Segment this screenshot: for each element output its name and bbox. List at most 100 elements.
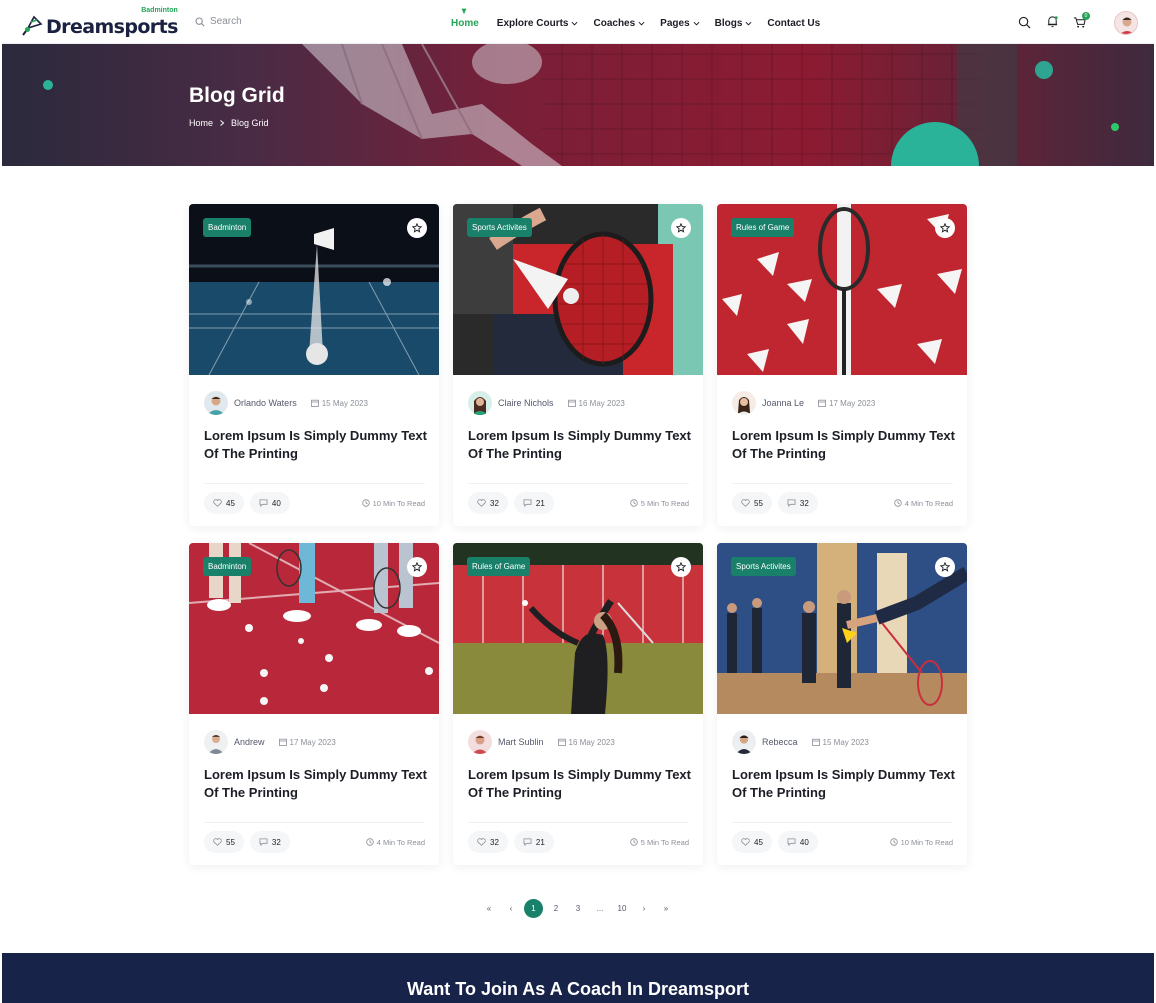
comment-icon <box>787 499 796 507</box>
favorite-button[interactable] <box>935 218 955 238</box>
user-avatar[interactable] <box>1114 11 1138 35</box>
star-icon <box>676 562 686 572</box>
blog-card[interactable]: Rules of Game Joanna Le 17 May 2023 Lore… <box>717 204 967 526</box>
category-badge[interactable]: Rules of Game <box>467 557 531 576</box>
post-title[interactable]: Lorem Ipsum Is Simply Dummy Text Of The … <box>732 766 957 802</box>
chevron-down-icon <box>745 21 752 26</box>
blog-card-image[interactable]: Sports Activites <box>717 543 967 714</box>
calendar-icon <box>310 399 319 407</box>
post-title[interactable]: Lorem Ipsum Is Simply Dummy Text Of The … <box>468 427 693 463</box>
favorite-button[interactable] <box>671 218 691 238</box>
comment-button[interactable]: 21 <box>513 831 554 853</box>
blog-card[interactable]: Rules of Game Mart Sublin 16 May 2023 Lo… <box>453 543 703 865</box>
top-navbar: Dreamsports Badminton Search Home Explor… <box>2 2 1154 44</box>
like-button[interactable]: 45 <box>732 831 772 853</box>
page-2-button[interactable]: 2 <box>545 897 567 919</box>
post-date: 16 May 2023 <box>567 399 625 408</box>
author-name[interactable]: Mart Sublin <box>498 737 544 747</box>
category-badge[interactable]: Sports Activites <box>731 557 796 576</box>
author-name[interactable]: Rebecca <box>762 737 798 747</box>
page-1-button[interactable]: 1 <box>524 898 543 918</box>
blog-card[interactable]: Badminton Andrew 17 May 2023 Lorem Ipsum… <box>189 543 439 865</box>
category-badge[interactable]: Sports Activites <box>467 218 532 237</box>
blog-card[interactable]: Sports Activites Claire Nichols 16 May 2… <box>453 204 703 526</box>
author-name[interactable]: Joanna Le <box>762 398 804 408</box>
read-time: 4 Min To Read <box>366 838 425 847</box>
comment-button[interactable]: 40 <box>777 831 818 853</box>
page-3-button[interactable]: 3 <box>567 897 589 919</box>
notification-bell-icon[interactable] <box>1046 15 1059 28</box>
blog-card[interactable]: Badminton Orlando Waters 15 May 2023 Lor… <box>189 204 439 526</box>
post-title[interactable]: Lorem Ipsum Is Simply Dummy Text Of The … <box>204 766 429 802</box>
page-title: Blog Grid <box>189 84 285 107</box>
star-icon <box>940 223 950 233</box>
search-input[interactable]: Search <box>210 16 242 27</box>
nav-blogs[interactable]: Blogs <box>715 18 753 29</box>
last-page-button[interactable]: » <box>655 897 677 919</box>
like-button[interactable]: 32 <box>468 492 508 514</box>
author-avatar[interactable] <box>468 730 492 754</box>
breadcrumb-home-link[interactable]: Home <box>189 118 213 128</box>
clock-icon <box>366 838 374 846</box>
post-title[interactable]: Lorem Ipsum Is Simply Dummy Text Of The … <box>204 427 429 463</box>
blog-card[interactable]: Sports Activites Rebecca 15 May 2023 Lor… <box>717 543 967 865</box>
pagination: « ‹ 1 2 3 ... 10 › » <box>478 897 677 919</box>
post-title[interactable]: Lorem Ipsum Is Simply Dummy Text Of The … <box>468 766 693 802</box>
nav-coaches[interactable]: Coaches <box>593 18 645 29</box>
comment-button[interactable]: 21 <box>513 492 554 514</box>
prev-page-button[interactable]: ‹ <box>500 897 522 919</box>
brand-logo[interactable]: Dreamsports Badminton <box>20 7 178 38</box>
comment-button[interactable]: 40 <box>249 492 290 514</box>
comment-count: 21 <box>535 498 545 508</box>
author-avatar[interactable] <box>204 391 228 415</box>
favorite-button[interactable] <box>407 218 427 238</box>
comment-button[interactable]: 32 <box>249 831 290 853</box>
blog-card-image[interactable]: Sports Activites <box>453 204 703 375</box>
header-search-icon[interactable] <box>1018 16 1031 29</box>
author-avatar[interactable] <box>732 730 756 754</box>
page-hero-banner: Blog Grid Home Blog Grid <box>2 44 1154 166</box>
author-name[interactable]: Orlando Waters <box>234 398 297 408</box>
author-name[interactable]: Andrew <box>234 737 265 747</box>
brand-name: Dreamsports <box>46 16 178 38</box>
nav-pages[interactable]: Pages <box>660 18 700 29</box>
like-button[interactable]: 45 <box>204 492 244 514</box>
like-button[interactable]: 55 <box>204 831 244 853</box>
like-count: 32 <box>490 837 499 847</box>
author-avatar[interactable] <box>204 730 228 754</box>
nav-contact-us[interactable]: Contact Us <box>767 18 820 29</box>
favorite-button[interactable] <box>671 557 691 577</box>
blog-card-image[interactable]: Badminton <box>189 543 439 714</box>
coach-cta-section: Want To Join As A Coach In Dreamsport <box>2 953 1154 1003</box>
category-badge[interactable]: Badminton <box>203 557 252 576</box>
clock-icon <box>630 499 638 507</box>
nav-explore-courts[interactable]: Explore Courts <box>497 18 579 29</box>
search-box[interactable]: Search <box>195 16 242 27</box>
author-avatar[interactable] <box>468 391 492 415</box>
favorite-button[interactable] <box>407 557 427 577</box>
author-name[interactable]: Claire Nichols <box>498 398 554 408</box>
comment-icon <box>523 499 532 507</box>
star-icon <box>412 223 422 233</box>
like-count: 32 <box>490 498 499 508</box>
hero-background-image <box>43 44 1119 166</box>
blog-card-image[interactable]: Badminton <box>189 204 439 375</box>
category-badge[interactable]: Badminton <box>203 218 252 237</box>
favorite-button[interactable] <box>935 557 955 577</box>
nav-home[interactable]: Home <box>451 8 479 29</box>
comment-button[interactable]: 32 <box>777 492 818 514</box>
post-meta: Rebecca 15 May 2023 <box>732 729 869 755</box>
blog-card-image[interactable]: Rules of Game <box>717 204 967 375</box>
like-button[interactable]: 55 <box>732 492 772 514</box>
star-icon <box>412 562 422 572</box>
page-10-button[interactable]: 10 <box>611 897 633 919</box>
heart-icon <box>213 838 222 846</box>
post-title[interactable]: Lorem Ipsum Is Simply Dummy Text Of The … <box>732 427 957 463</box>
blog-card-image[interactable]: Rules of Game <box>453 543 703 714</box>
clock-icon <box>361 499 370 507</box>
category-badge[interactable]: Rules of Game <box>731 218 795 237</box>
author-avatar[interactable] <box>732 391 756 415</box>
next-page-button[interactable]: › <box>633 897 655 919</box>
first-page-button[interactable]: « <box>478 897 500 919</box>
like-button[interactable]: 32 <box>468 831 508 853</box>
